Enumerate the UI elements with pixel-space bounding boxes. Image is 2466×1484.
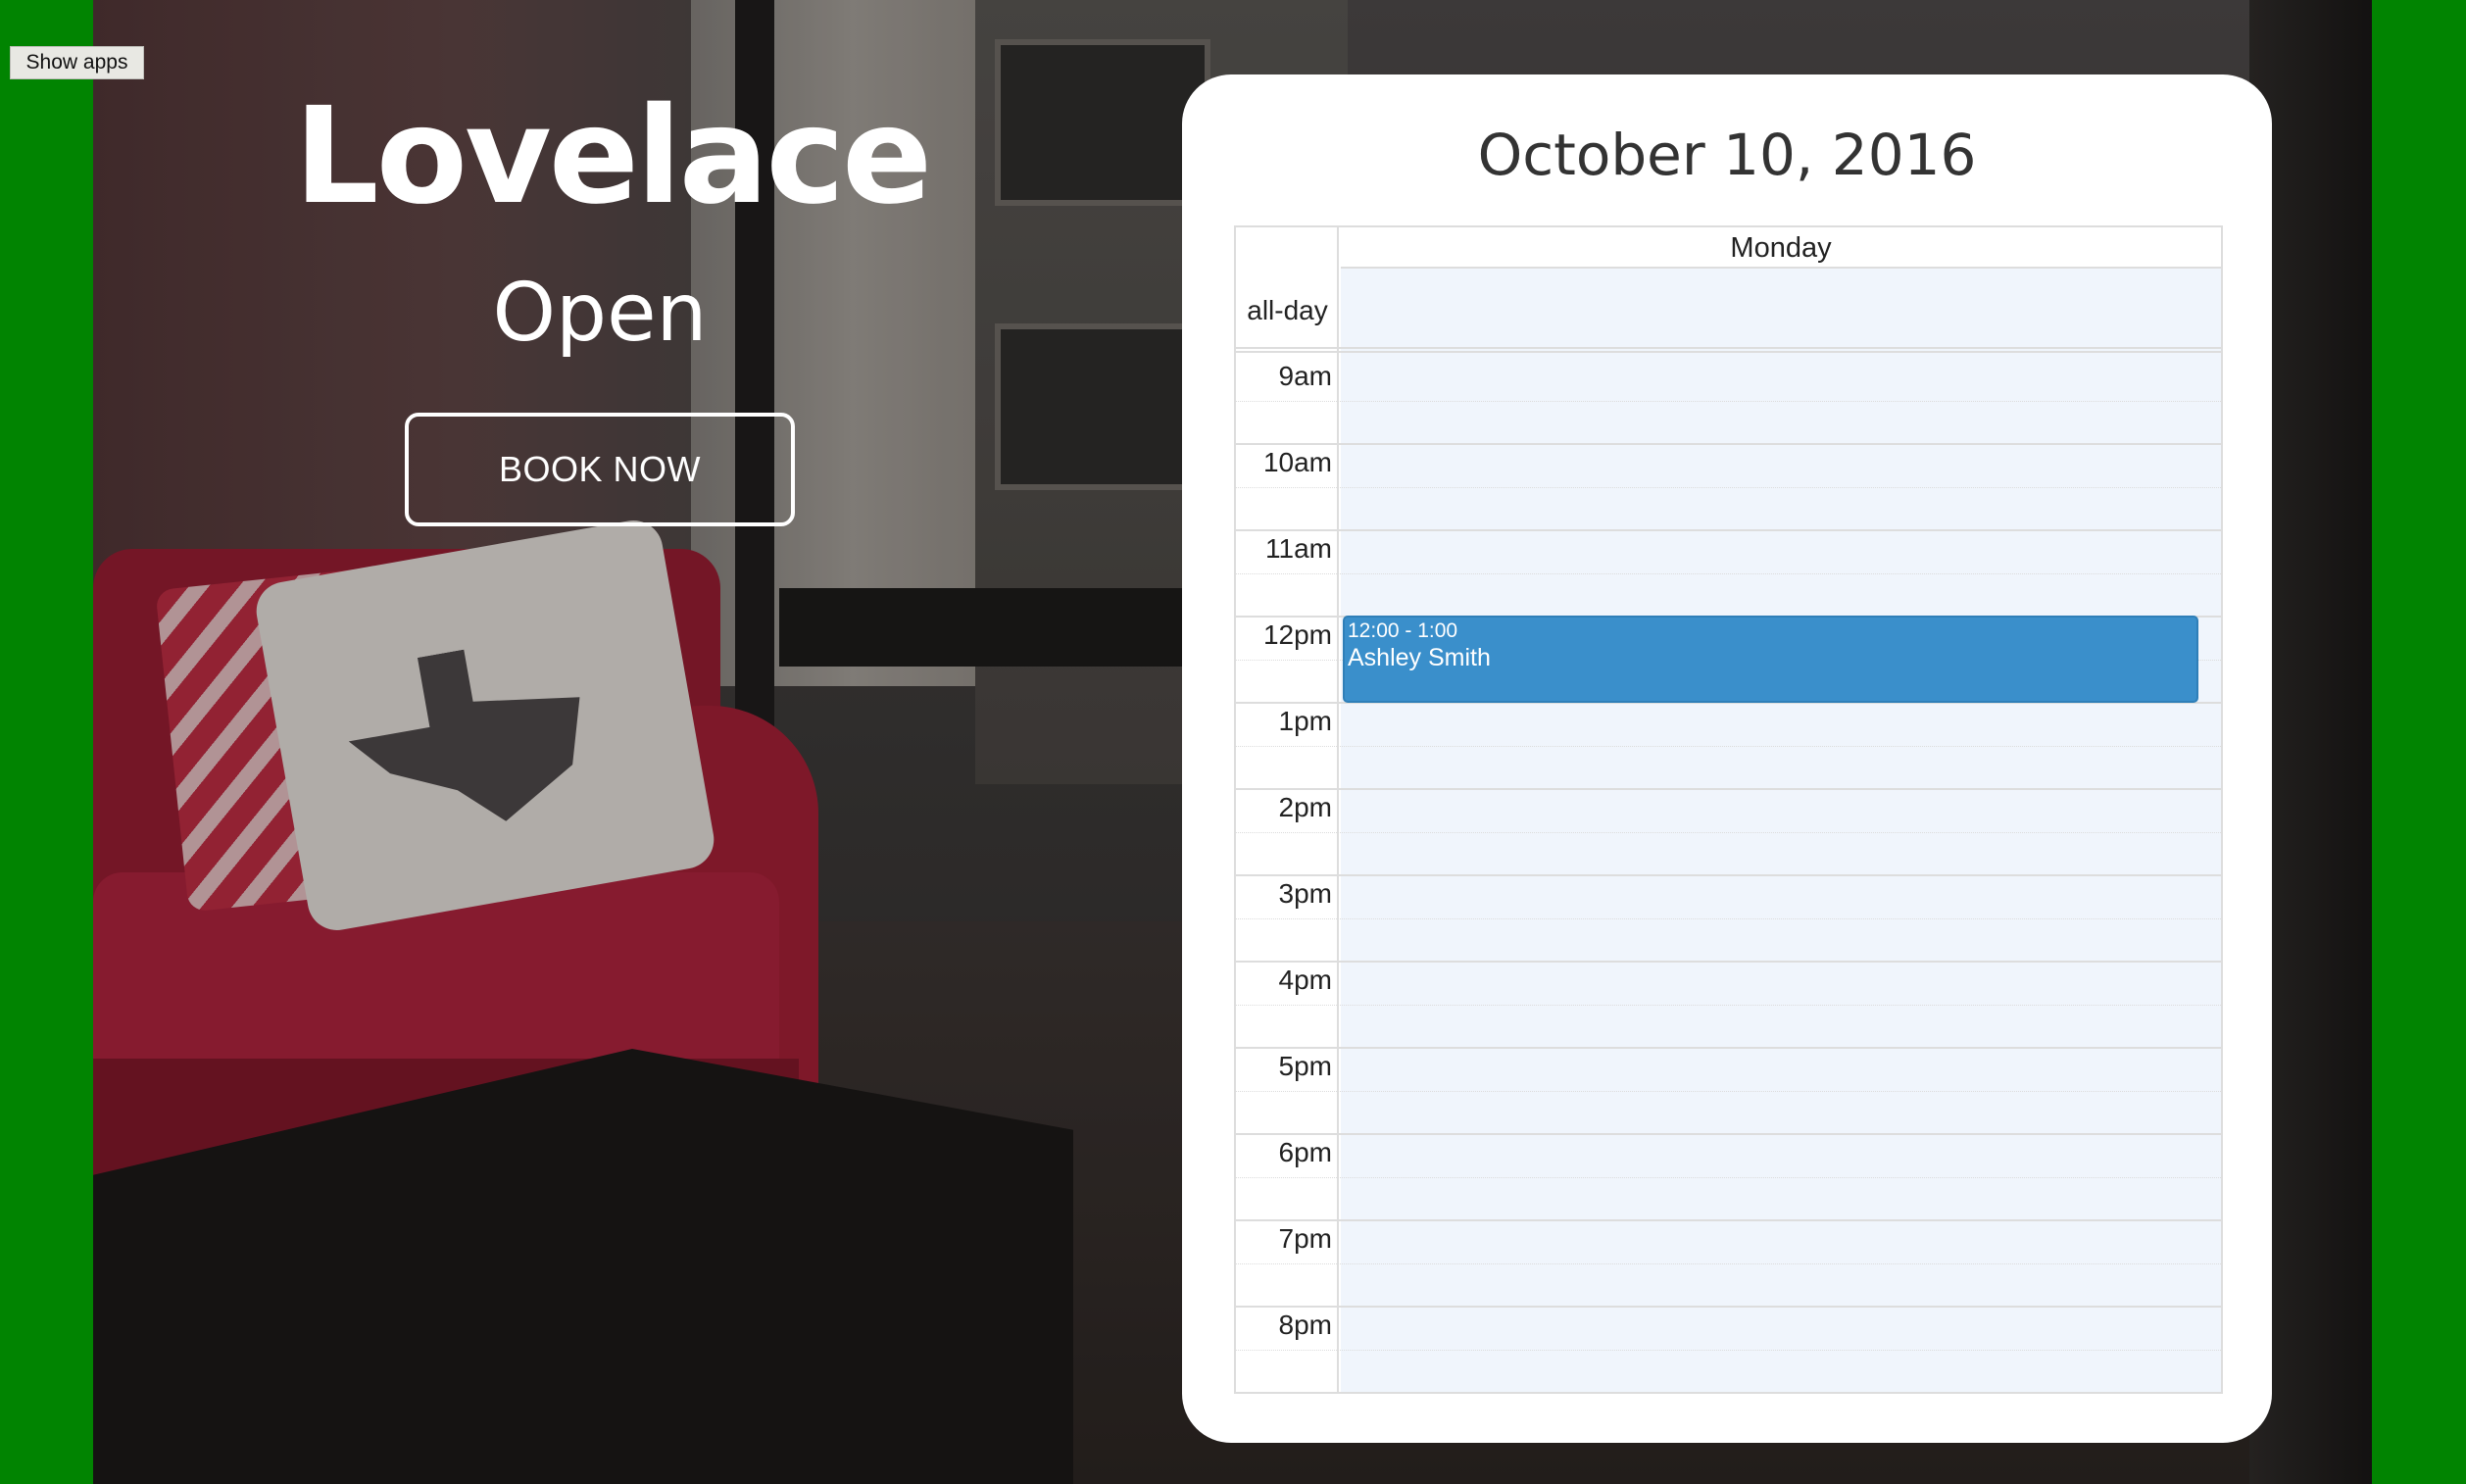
hour-label: 4pm — [1278, 965, 1332, 995]
hour-label: 5pm — [1278, 1051, 1332, 1081]
hour-label: 10am — [1262, 447, 1332, 477]
show-apps-button[interactable]: Show apps — [10, 46, 144, 79]
calendar-card: October 10, 2016 Monday all-day 9am 10am… — [1182, 74, 2272, 1443]
time-slots: 9am 10am 11am 12pm 1pm 2pm 3pm 4pm 5pm 6… — [1236, 359, 2221, 1394]
calendar-event[interactable]: 12:00 - 1:00 Ashley Smith — [1343, 616, 2198, 703]
all-day-label: all-day — [1247, 295, 1328, 325]
hour-row[interactable]: 2pm — [1236, 790, 2221, 876]
hour-row[interactable]: 10am — [1236, 445, 2221, 531]
hour-label: 2pm — [1278, 792, 1332, 822]
hour-label: 8pm — [1278, 1310, 1332, 1340]
calendar-date-title: October 10, 2016 — [1477, 122, 1977, 188]
hour-row[interactable]: 11am — [1236, 531, 2221, 618]
day-header: Monday — [1341, 227, 2221, 269]
day-view-grid: Monday all-day 9am 10am 11am 12pm 1pm 2p… — [1234, 225, 2223, 1394]
hour-row[interactable]: 8pm — [1236, 1308, 2221, 1394]
hour-label: 6pm — [1278, 1137, 1332, 1167]
event-time: 12:00 - 1:00 — [1348, 619, 1458, 642]
hour-label: 9am — [1278, 361, 1332, 391]
hour-row[interactable]: 4pm — [1236, 963, 2221, 1049]
hour-row[interactable]: 5pm — [1236, 1049, 2221, 1135]
event-title: Ashley Smith — [1348, 644, 1491, 671]
book-now-button[interactable]: BOOK NOW — [405, 413, 795, 526]
room-name: Lovelace — [294, 79, 932, 234]
room-status: Open — [492, 267, 708, 360]
all-day-row[interactable] — [1236, 269, 2221, 353]
hour-row[interactable]: 1pm — [1236, 704, 2221, 790]
hour-row[interactable]: 7pm — [1236, 1221, 2221, 1308]
hour-row[interactable]: 6pm — [1236, 1135, 2221, 1221]
hour-label: 7pm — [1278, 1223, 1332, 1254]
hour-row[interactable]: 9am — [1236, 359, 2221, 445]
hour-label: 12pm — [1262, 619, 1332, 650]
hour-row[interactable]: 3pm — [1236, 876, 2221, 963]
hour-label: 11am — [1265, 533, 1332, 564]
hour-label: 1pm — [1278, 706, 1332, 736]
hour-label: 3pm — [1278, 878, 1332, 909]
